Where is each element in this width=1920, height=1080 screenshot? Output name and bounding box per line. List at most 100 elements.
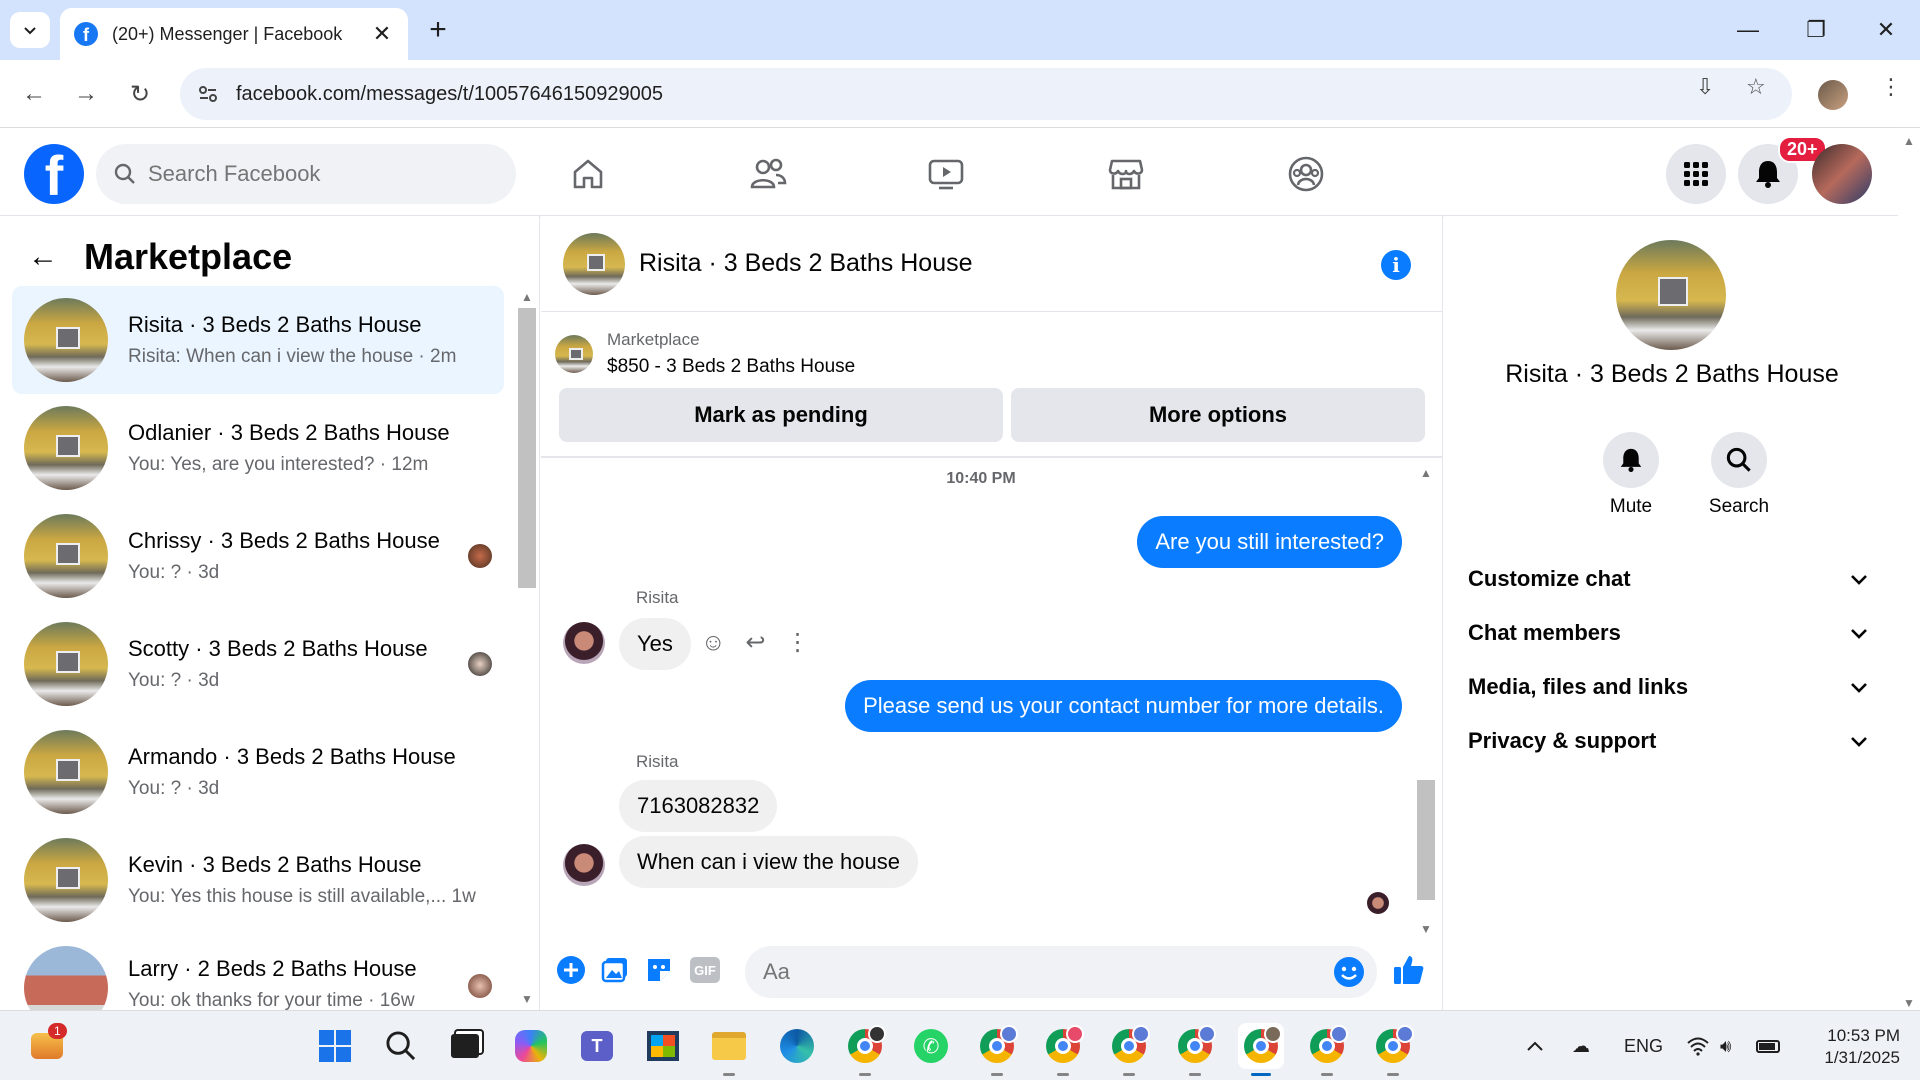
chrome-app-4[interactable] xyxy=(1106,1023,1152,1076)
scroll-up-icon[interactable]: ▲ xyxy=(516,290,538,304)
taskbar-search-button[interactable] xyxy=(378,1023,424,1069)
plus-icon[interactable] xyxy=(553,952,589,988)
search-action[interactable]: Search xyxy=(1694,432,1784,518)
thumbs-up-icon[interactable] xyxy=(1391,952,1427,988)
scroll-down-icon[interactable]: ▼ xyxy=(1898,996,1920,1010)
nav-groups[interactable] xyxy=(1266,146,1346,202)
mark-as-pending-button[interactable]: Mark as pending xyxy=(559,388,1003,442)
account-avatar[interactable] xyxy=(1812,144,1872,204)
browser-menu-icon[interactable]: ⋮ xyxy=(1880,74,1902,100)
restore-button[interactable]: ❐ xyxy=(1786,10,1846,50)
tab-search-button[interactable] xyxy=(10,12,50,48)
site-info-icon[interactable] xyxy=(180,83,236,105)
nav-home[interactable] xyxy=(548,146,628,202)
outgoing-message[interactable]: Are you still interested? xyxy=(1137,516,1402,568)
nav-friends[interactable] xyxy=(728,146,808,202)
scrollbar-thumb[interactable] xyxy=(1417,780,1435,900)
incoming-message[interactable]: Yes xyxy=(619,618,691,670)
teams-app[interactable]: T xyxy=(574,1023,620,1069)
onedrive-icon[interactable]: ☁ xyxy=(1572,1011,1590,1080)
minimize-button[interactable]: — xyxy=(1718,10,1778,50)
new-tab-button[interactable]: + xyxy=(420,12,456,48)
install-app-icon[interactable]: ⇩ xyxy=(1696,74,1714,100)
incoming-message[interactable]: When can i view the house xyxy=(619,836,918,888)
sender-avatar[interactable] xyxy=(563,622,605,664)
show-hidden-icons[interactable] xyxy=(1526,1011,1544,1080)
section-privacy-support[interactable]: Privacy & support xyxy=(1468,714,1868,768)
back-arrow-icon[interactable]: ← xyxy=(28,240,58,274)
chrome-app-1[interactable] xyxy=(842,1023,888,1076)
chrome-app-2[interactable] xyxy=(974,1023,1020,1076)
chrome-app-3[interactable] xyxy=(1040,1023,1086,1076)
file-explorer-app[interactable] xyxy=(706,1023,752,1076)
page-scrollbar[interactable]: ▲ ▼ xyxy=(1898,128,1920,1010)
conversation-title[interactable]: Risita · 3 Beds 2 Baths House xyxy=(639,249,973,278)
chat-info-avatar[interactable] xyxy=(1616,240,1726,350)
chat-item-scotty[interactable]: Scotty · 3 Beds 2 Baths House You: ? · 3… xyxy=(12,610,504,718)
nav-video[interactable] xyxy=(906,146,986,202)
menu-button[interactable] xyxy=(1666,144,1726,204)
sticker-icon[interactable] xyxy=(641,952,677,988)
outgoing-message[interactable]: Please send us your contact number for m… xyxy=(845,680,1402,732)
chat-item-kevin[interactable]: Kevin · 3 Beds 2 Baths House You: Yes th… xyxy=(12,826,504,934)
browser-tab[interactable]: f (20+) Messenger | Facebook ✕ xyxy=(60,8,408,60)
chrome-app-5[interactable] xyxy=(1172,1023,1218,1076)
conversation-avatar[interactable] xyxy=(563,232,625,295)
reply-icon[interactable]: ↩ xyxy=(746,628,766,657)
photo-icon[interactable] xyxy=(597,952,633,988)
facebook-logo-icon[interactable]: f xyxy=(24,144,84,204)
store-app[interactable] xyxy=(640,1023,686,1069)
incoming-message[interactable]: 7163082832 xyxy=(619,780,778,832)
conversation-scrollbar[interactable]: ▲ ▼ xyxy=(1415,460,1437,936)
chat-item-larry[interactable]: Larry · 2 Beds 2 Baths House You: ok tha… xyxy=(12,934,504,1010)
address-bar[interactable]: facebook.com/messages/t/1005764615092900… xyxy=(180,68,1792,120)
volume-icon[interactable]: 🔊︎ xyxy=(1720,1011,1731,1080)
task-view-button[interactable] xyxy=(442,1023,488,1069)
chrome-app-6[interactable] xyxy=(1304,1023,1350,1076)
copilot-app[interactable] xyxy=(508,1023,554,1069)
nav-marketplace[interactable] xyxy=(1086,146,1166,202)
start-button[interactable] xyxy=(312,1023,358,1069)
chrome-app-7[interactable] xyxy=(1370,1023,1416,1076)
chrome-app-active[interactable] xyxy=(1238,1023,1284,1076)
info-icon[interactable]: i xyxy=(1381,250,1411,280)
system-clock[interactable]: 10:53 PM 1/31/2025 xyxy=(1800,1025,1900,1069)
reload-button[interactable]: ↻ xyxy=(118,72,162,116)
chat-item-chrissy[interactable]: Chrissy · 3 Beds 2 Baths House You: ? · … xyxy=(12,502,504,610)
marketplace-listing[interactable]: Marketplace $850 - 3 Beds 2 Baths House xyxy=(555,324,1427,384)
language-indicator[interactable]: ENG xyxy=(1624,1011,1663,1080)
chat-item-risita[interactable]: Risita · 3 Beds 2 Baths House Risita: Wh… xyxy=(12,286,504,394)
edge-app[interactable] xyxy=(774,1023,820,1069)
scroll-up-icon[interactable]: ▲ xyxy=(1415,466,1437,480)
chat-list-scrollbar[interactable]: ▲ ▼ xyxy=(516,290,538,1006)
facebook-search-input[interactable] xyxy=(148,161,478,187)
more-options-button[interactable]: More options xyxy=(1011,388,1425,442)
message-input-box[interactable] xyxy=(745,946,1377,998)
mute-action[interactable]: Mute xyxy=(1586,432,1676,518)
section-chat-members[interactable]: Chat members xyxy=(1468,606,1868,660)
emoji-icon[interactable] xyxy=(1333,956,1365,993)
widgets-button[interactable]: 1 xyxy=(24,1023,70,1069)
section-customize-chat[interactable]: Customize chat xyxy=(1468,552,1868,606)
back-button[interactable]: ← xyxy=(12,72,56,116)
gif-icon[interactable]: GIF xyxy=(687,952,723,988)
more-vertical-icon[interactable]: ⋮ xyxy=(786,628,810,657)
chat-item-odlanier[interactable]: Odlanier · 3 Beds 2 Baths House You: Yes… xyxy=(12,394,504,502)
tab-close-icon[interactable]: ✕ xyxy=(370,21,394,47)
forward-button[interactable]: → xyxy=(64,72,108,116)
scroll-up-icon[interactable]: ▲ xyxy=(1898,134,1920,148)
sender-avatar[interactable] xyxy=(563,844,605,886)
chat-item-armando[interactable]: Armando · 3 Beds 2 Baths House You: ? · … xyxy=(12,718,504,826)
message-input[interactable] xyxy=(763,959,1283,985)
section-media-files-links[interactable]: Media, files and links xyxy=(1468,660,1868,714)
profile-avatar[interactable] xyxy=(1818,80,1848,110)
battery-icon[interactable] xyxy=(1756,1011,1780,1080)
facebook-search[interactable] xyxy=(96,144,516,204)
scrollbar-thumb[interactable] xyxy=(518,308,536,588)
wifi-icon[interactable] xyxy=(1686,1011,1710,1080)
bookmark-star-icon[interactable]: ☆ xyxy=(1746,74,1766,100)
react-emoji-icon[interactable]: ☺ xyxy=(701,629,726,657)
scroll-down-icon[interactable]: ▼ xyxy=(516,992,538,1006)
whatsapp-app[interactable]: ✆ xyxy=(908,1023,954,1069)
close-window-button[interactable]: ✕ xyxy=(1856,10,1916,50)
